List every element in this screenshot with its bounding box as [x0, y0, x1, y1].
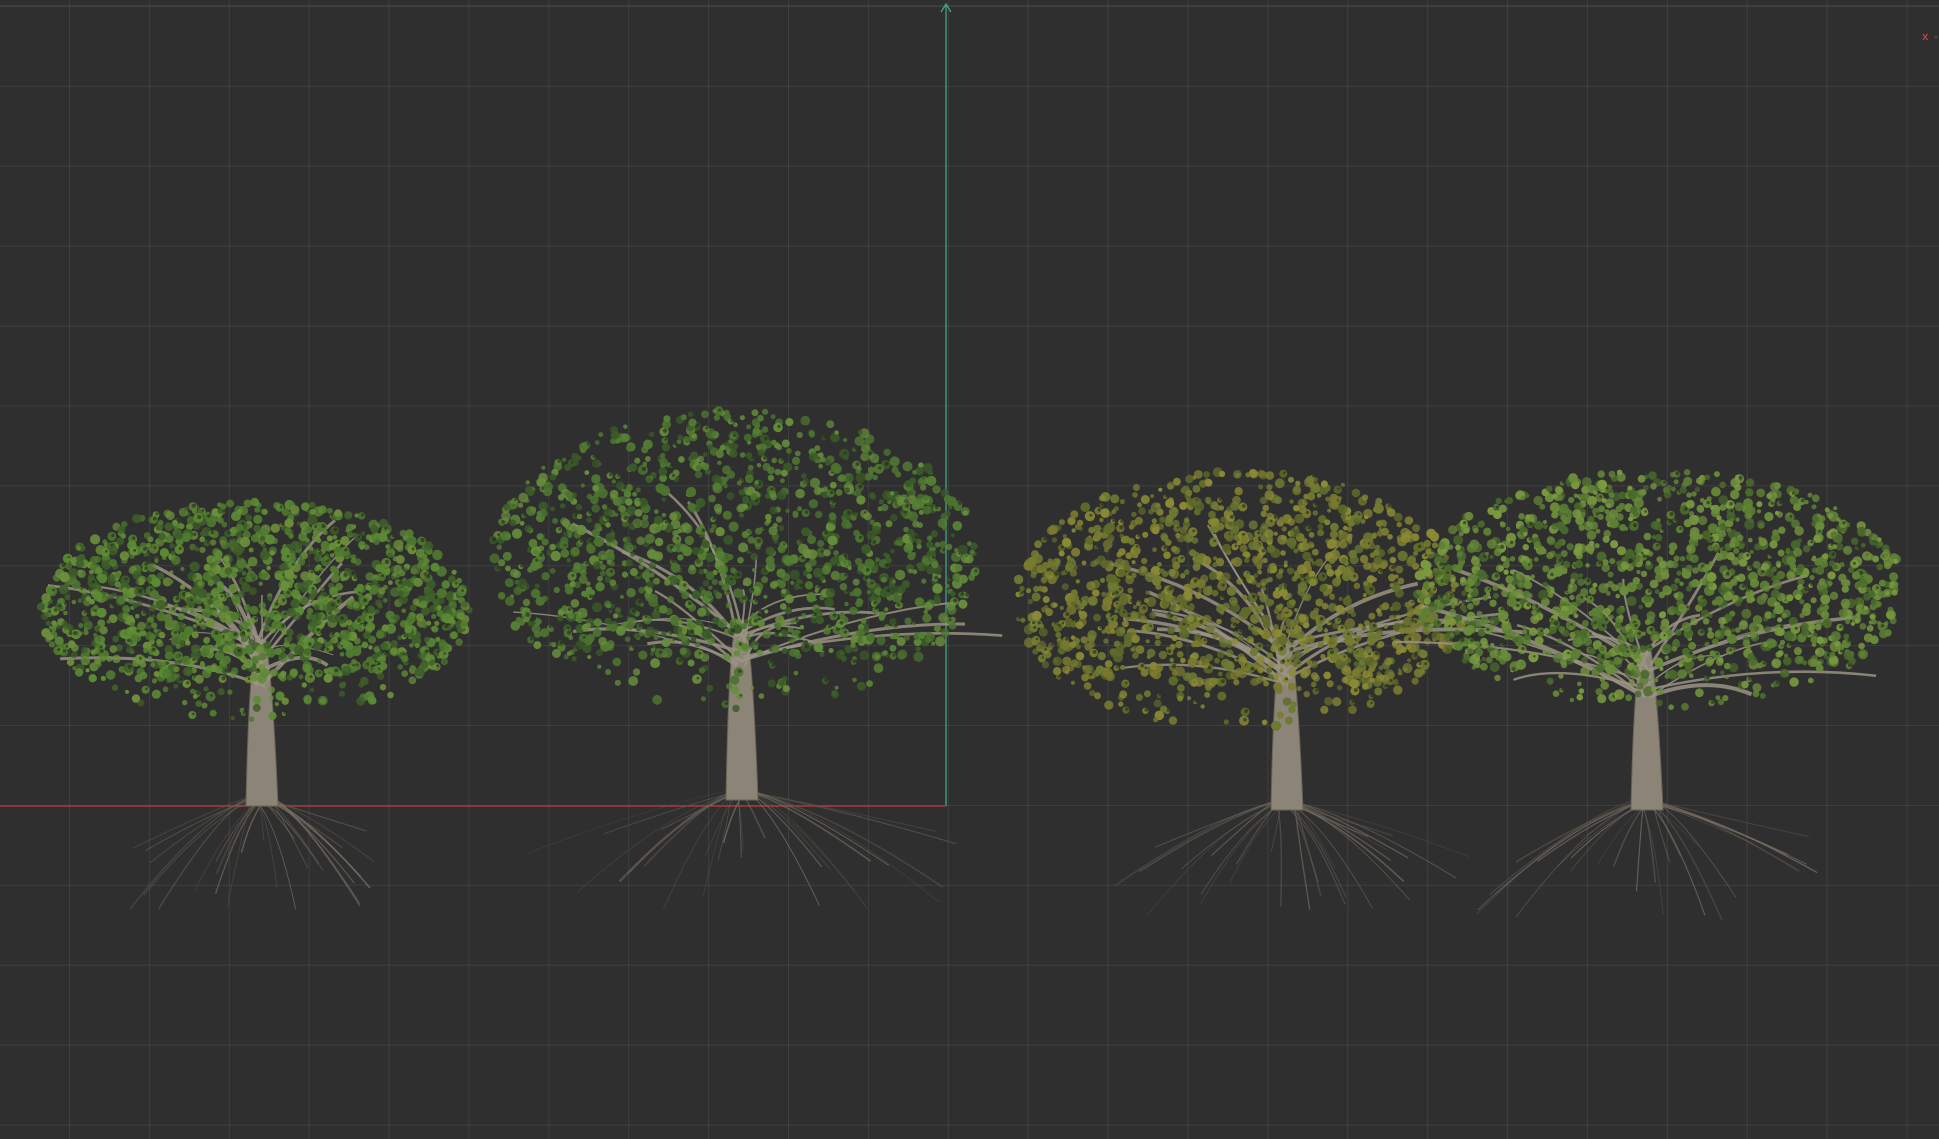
tree-2-roots: [526, 789, 957, 911]
tree-1-roots: [129, 795, 375, 910]
tree-4-foliage: [1413, 469, 1901, 711]
viewport-scene: [0, 2, 1939, 921]
tree-4-roots: [1475, 799, 1818, 921]
tree-3[interactable]: [1013, 467, 1524, 916]
tree-3-foliage: [1013, 467, 1467, 731]
tree-2[interactable]: [489, 406, 1003, 911]
tree-4[interactable]: [1395, 469, 1901, 921]
tree-3-roots: [1114, 799, 1471, 916]
3d-viewport[interactable]: x -: [0, 0, 1939, 1139]
x-axis-label: x -: [1922, 30, 1939, 43]
tree-1[interactable]: [36, 497, 473, 910]
